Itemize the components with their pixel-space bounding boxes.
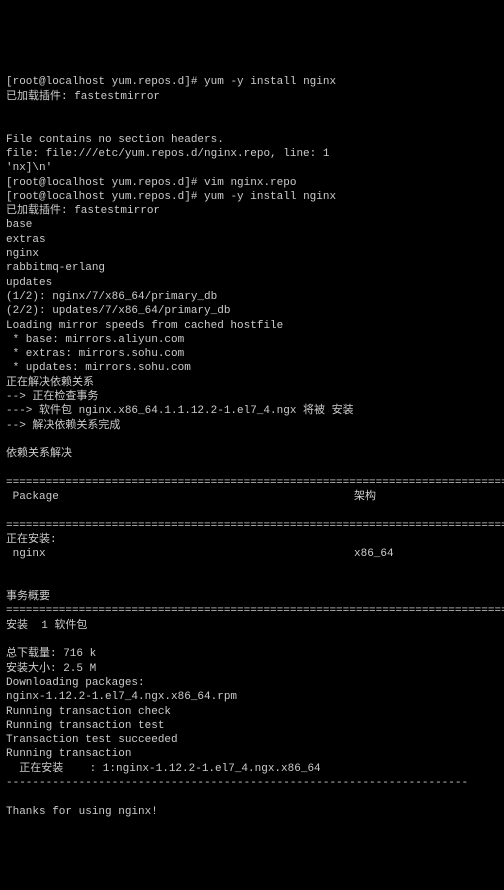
table-row: nginxx86_64	[6, 547, 498, 561]
repo-extras: extras	[6, 234, 46, 246]
loading-mirror: Loading mirror speeds from cached hostfi…	[6, 320, 283, 332]
running-trans: Running transaction	[6, 748, 131, 760]
install-size: 安装大小: 2.5 M	[6, 663, 96, 675]
primary-db-2: (2/2): updates/7/x86_64/primary_db	[6, 305, 230, 317]
table-header: Package架构	[6, 490, 498, 504]
error-no-section: File contains no section headers.	[6, 134, 224, 146]
pkg-install-line: ---> 软件包 nginx.x86_64.1.1.12.2-1.el7_4.n…	[6, 405, 354, 417]
total-download: 总下载量: 716 k	[6, 648, 96, 660]
mirror-updates: * updates: mirrors.sohu.com	[6, 362, 191, 374]
repo-rabbitmq: rabbitmq-erlang	[6, 262, 105, 274]
mirror-extras: * extras: mirrors.sohu.com	[6, 348, 184, 360]
downloading: Downloading packages:	[6, 677, 145, 689]
col-arch: 架构	[354, 490, 498, 504]
primary-db-1: (1/2): nginx/7/x86_64/primary_db	[6, 291, 217, 303]
prompt-line-2: [root@localhost yum.repos.d]# vim nginx.…	[6, 177, 296, 189]
pkg-arch: x86_64	[354, 547, 498, 561]
col-package: Package	[6, 490, 354, 504]
divider-mid: ========================================…	[6, 520, 504, 532]
divider-top: ========================================…	[6, 477, 504, 489]
thanks-nginx: Thanks for using nginx!	[6, 806, 158, 818]
error-file-line: file: file:///etc/yum.repos.d/nginx.repo…	[6, 148, 329, 160]
installing-pkg: 正在安装 : 1:nginx-1.12.2-1.el7_4.ngx.x86_64	[6, 763, 321, 775]
deps-resolved: 依赖关系解决	[6, 448, 72, 460]
loaded-plugins-1: 已加载插件: fastestmirror	[6, 91, 160, 103]
pkg-name: nginx	[6, 547, 354, 561]
error-nx: 'nx]\n'	[6, 162, 52, 174]
rpm-file: nginx-1.12.2-1.el7_4.ngx.x86_64.rpm	[6, 691, 237, 703]
installing-label: 正在安装:	[6, 534, 57, 546]
trans-check: Running transaction check	[6, 706, 171, 718]
trans-test: Running transaction test	[6, 720, 164, 732]
trans-summary: 事务概要	[6, 591, 50, 603]
prompt-line-3: [root@localhost yum.repos.d]# yum -y ins…	[6, 191, 336, 203]
trans-succeeded: Transaction test succeeded	[6, 734, 178, 746]
divider-bottom: ========================================…	[6, 605, 504, 617]
mirror-base: * base: mirrors.aliyun.com	[6, 334, 184, 346]
resolving-deps: 正在解决依赖关系	[6, 377, 94, 389]
terminal-output[interactable]: [root@localhost yum.repos.d]# yum -y ins…	[6, 61, 498, 819]
dep-done: --> 解决依赖关系完成	[6, 420, 120, 432]
loaded-plugins-2: 已加载插件: fastestmirror	[6, 205, 160, 217]
prompt-line-1: [root@localhost yum.repos.d]# yum -y ins…	[6, 76, 336, 88]
install-count: 安装 1 软件包	[6, 620, 87, 632]
check-trans: --> 正在检查事务	[6, 391, 98, 403]
dashes: ----------------------------------------…	[6, 777, 468, 789]
repo-nginx: nginx	[6, 248, 39, 260]
repo-updates: updates	[6, 277, 52, 289]
repo-base: base	[6, 219, 32, 231]
